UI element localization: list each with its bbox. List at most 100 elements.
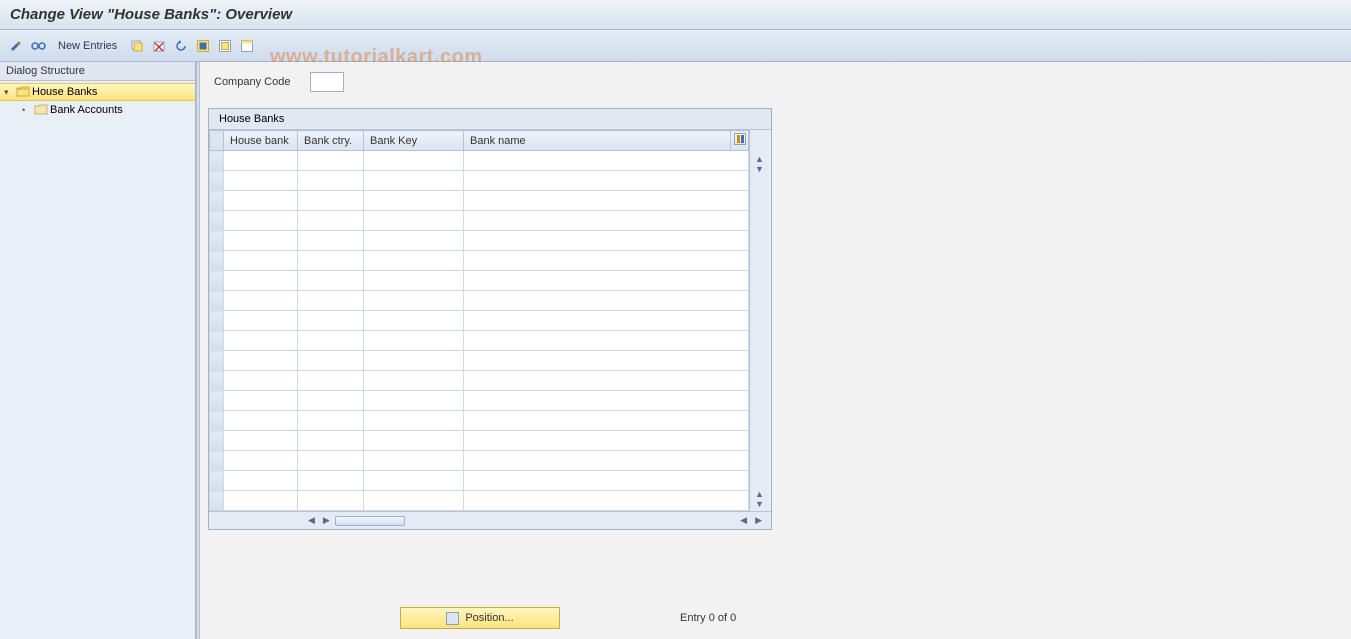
row-selector[interactable]	[210, 351, 224, 371]
table-row[interactable]	[210, 471, 749, 491]
cell[interactable]	[224, 211, 298, 231]
cell[interactable]	[364, 331, 464, 351]
cell[interactable]	[464, 471, 749, 491]
cell[interactable]	[298, 491, 364, 511]
cell[interactable]	[298, 451, 364, 471]
row-selector[interactable]	[210, 371, 224, 391]
cell[interactable]	[464, 391, 749, 411]
scroll-left-icon[interactable]: ▶	[320, 515, 333, 526]
copy-as-icon[interactable]	[129, 38, 145, 54]
cell[interactable]	[364, 311, 464, 331]
table-row[interactable]	[210, 411, 749, 431]
cell[interactable]	[464, 351, 749, 371]
cell[interactable]	[364, 411, 464, 431]
cell[interactable]	[464, 411, 749, 431]
cell[interactable]	[364, 471, 464, 491]
cell[interactable]	[464, 231, 749, 251]
table-row[interactable]	[210, 371, 749, 391]
scroll-down-step-icon[interactable]: ▼	[755, 164, 764, 174]
tree-item-bank-accounts[interactable]: • Bank Accounts	[0, 101, 195, 119]
vertical-scrollbar[interactable]: ▲ ▼ ▲ ▼	[749, 130, 769, 511]
cell[interactable]	[464, 171, 749, 191]
cell[interactable]	[298, 371, 364, 391]
row-selector[interactable]	[210, 291, 224, 311]
cell[interactable]	[224, 171, 298, 191]
cell[interactable]	[224, 291, 298, 311]
row-selector[interactable]	[210, 391, 224, 411]
row-selector[interactable]	[210, 191, 224, 211]
cell[interactable]	[464, 251, 749, 271]
cell[interactable]	[224, 411, 298, 431]
table-row[interactable]	[210, 331, 749, 351]
cell[interactable]	[298, 331, 364, 351]
cell[interactable]	[224, 471, 298, 491]
cell[interactable]	[464, 151, 749, 171]
cell[interactable]	[224, 451, 298, 471]
cell[interactable]	[224, 251, 298, 271]
table-row[interactable]	[210, 431, 749, 451]
select-all-icon[interactable]	[195, 38, 211, 54]
table-row[interactable]	[210, 291, 749, 311]
cell[interactable]	[298, 211, 364, 231]
cell[interactable]	[224, 151, 298, 171]
row-selector[interactable]	[210, 491, 224, 511]
cell[interactable]	[464, 311, 749, 331]
table-settings-icon[interactable]	[731, 131, 749, 151]
hscroll-thumb[interactable]	[335, 516, 405, 526]
cell[interactable]	[364, 231, 464, 251]
cell[interactable]	[364, 211, 464, 231]
undo-change-icon[interactable]	[173, 38, 189, 54]
cell[interactable]	[364, 251, 464, 271]
scroll-right-icon[interactable]: ◀	[737, 515, 750, 526]
cell[interactable]	[224, 231, 298, 251]
row-selector[interactable]	[210, 171, 224, 191]
cell[interactable]	[298, 311, 364, 331]
cell[interactable]	[298, 191, 364, 211]
cell[interactable]	[464, 211, 749, 231]
table-row[interactable]	[210, 351, 749, 371]
row-selector[interactable]	[210, 431, 224, 451]
cell[interactable]	[298, 171, 364, 191]
select-block-icon[interactable]	[217, 38, 233, 54]
scroll-down-icon[interactable]: ▼	[755, 499, 764, 509]
cell[interactable]	[298, 431, 364, 451]
table-row[interactable]	[210, 171, 749, 191]
tree-item-house-banks[interactable]: ▾ House Banks	[0, 83, 195, 101]
cell[interactable]	[464, 331, 749, 351]
cell[interactable]	[298, 471, 364, 491]
cell[interactable]	[298, 271, 364, 291]
table-row[interactable]	[210, 391, 749, 411]
cell[interactable]	[364, 291, 464, 311]
cell[interactable]	[224, 371, 298, 391]
cell[interactable]	[464, 491, 749, 511]
company-code-input[interactable]	[310, 72, 344, 92]
expander-icon[interactable]: ▾	[4, 87, 14, 98]
cell[interactable]	[224, 391, 298, 411]
scroll-left-end-icon[interactable]: ◀	[305, 515, 318, 526]
row-selector[interactable]	[210, 451, 224, 471]
cell[interactable]	[298, 231, 364, 251]
cell[interactable]	[464, 291, 749, 311]
horizontal-scrollbar[interactable]: ◀ ▶ ◀ ▶	[209, 511, 771, 529]
cell[interactable]	[224, 351, 298, 371]
row-selector[interactable]	[210, 471, 224, 491]
scroll-up-step-icon[interactable]: ▲	[755, 489, 764, 499]
col-bank-name[interactable]: Bank name	[464, 131, 731, 151]
table-row[interactable]	[210, 231, 749, 251]
table-row[interactable]	[210, 251, 749, 271]
row-selector[interactable]	[210, 211, 224, 231]
col-bank-ctry[interactable]: Bank ctry.	[298, 131, 364, 151]
scroll-up-icon[interactable]: ▲	[755, 154, 764, 164]
row-selector[interactable]	[210, 271, 224, 291]
table-row[interactable]	[210, 211, 749, 231]
cell[interactable]	[464, 431, 749, 451]
toggle-display-change-icon[interactable]	[8, 38, 24, 54]
row-selector[interactable]	[210, 331, 224, 351]
table-row[interactable]	[210, 451, 749, 471]
cell[interactable]	[364, 351, 464, 371]
delete-icon[interactable]	[151, 38, 167, 54]
row-selector-header[interactable]	[210, 131, 224, 151]
cell[interactable]	[224, 271, 298, 291]
new-entries-button[interactable]: New Entries	[52, 38, 123, 54]
cell[interactable]	[364, 431, 464, 451]
